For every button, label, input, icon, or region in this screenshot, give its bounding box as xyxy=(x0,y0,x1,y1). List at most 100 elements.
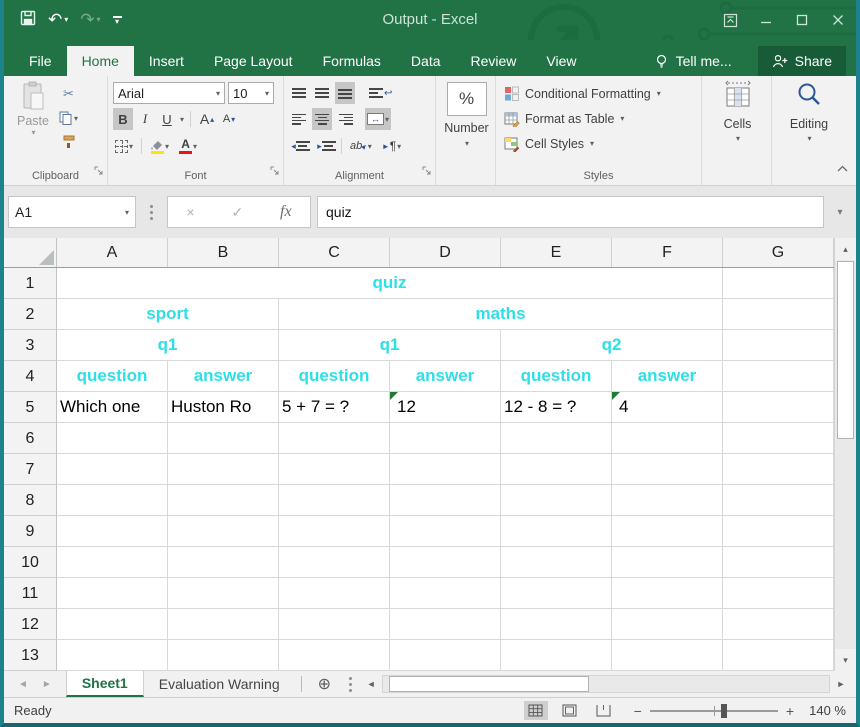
scroll-left-icon[interactable]: ◄ xyxy=(364,679,378,689)
cell-E10[interactable] xyxy=(501,547,612,578)
cell-F13[interactable] xyxy=(612,640,723,671)
cell-C7[interactable] xyxy=(279,454,390,485)
cell-E6[interactable] xyxy=(501,423,612,454)
bold-button[interactable]: B xyxy=(113,108,133,130)
cell-G11[interactable] xyxy=(723,578,834,609)
cell-C10[interactable] xyxy=(279,547,390,578)
cell-G6[interactable] xyxy=(723,423,834,454)
cell-E3[interactable]: q2 xyxy=(501,330,723,361)
cell-D13[interactable] xyxy=(390,640,501,671)
zoom-slider[interactable] xyxy=(650,710,778,712)
cell-G3[interactable] xyxy=(723,330,834,361)
vertical-scrollbar[interactable]: ▴ ▾ xyxy=(834,238,856,671)
cell-B5[interactable]: Huston Ro xyxy=(168,392,279,423)
paste-button[interactable]: Paste ▾ xyxy=(9,81,57,159)
previous-sheet-icon[interactable]: ◄ xyxy=(18,679,28,690)
cell-G7[interactable] xyxy=(723,454,834,485)
dropdown-caret[interactable]: ▾ xyxy=(31,128,35,137)
row-header-10[interactable]: 10 xyxy=(4,547,57,578)
column-header-A[interactable]: A xyxy=(57,238,168,267)
bottom-align-button[interactable] xyxy=(335,82,355,104)
cell-G4[interactable] xyxy=(723,361,834,392)
text-direction-button[interactable]: ►¶▾ xyxy=(380,135,403,157)
grow-font-button[interactable]: A▴ xyxy=(197,108,217,130)
copy-button[interactable]: ▾ xyxy=(57,107,80,129)
cell-D6[interactable] xyxy=(390,423,501,454)
editing-button[interactable] xyxy=(795,80,823,113)
alignment-dialog-launcher[interactable] xyxy=(422,163,432,181)
minimize-button[interactable] xyxy=(748,3,784,37)
font-dialog-launcher[interactable] xyxy=(270,163,280,181)
cell-F8[interactable] xyxy=(612,485,723,516)
maximize-button[interactable] xyxy=(784,3,820,37)
align-right-button[interactable] xyxy=(335,108,355,130)
borders-button[interactable]: ▾ xyxy=(113,135,135,157)
row-header-1[interactable]: 1 xyxy=(4,268,57,299)
dropdown-caret[interactable]: ▾ xyxy=(465,139,469,148)
column-header-C[interactable]: C xyxy=(279,238,390,267)
cell-F10[interactable] xyxy=(612,547,723,578)
cell-A12[interactable] xyxy=(57,609,168,640)
tab-insert[interactable]: Insert xyxy=(134,46,199,76)
cell-B9[interactable] xyxy=(168,516,279,547)
formula-input[interactable]: quiz xyxy=(317,196,824,228)
cell-F4[interactable]: answer xyxy=(612,361,723,392)
font-name-select[interactable]: Arial ▾ xyxy=(113,82,225,104)
fill-color-button[interactable]: ▾ xyxy=(148,135,171,157)
cell-B12[interactable] xyxy=(168,609,279,640)
cell-A2[interactable]: sport xyxy=(57,299,279,330)
cell-B4[interactable]: answer xyxy=(168,361,279,392)
expand-formula-bar-icon[interactable]: ▾ xyxy=(830,207,850,218)
cell-C13[interactable] xyxy=(279,640,390,671)
cell-A8[interactable] xyxy=(57,485,168,516)
page-layout-view-button[interactable] xyxy=(558,701,582,720)
cell-C8[interactable] xyxy=(279,485,390,516)
redo-button[interactable]: ↷▾ xyxy=(80,11,100,30)
wrap-text-button[interactable]: ↩ xyxy=(367,82,394,104)
row-header-5[interactable]: 5 xyxy=(4,392,57,423)
cell-D4[interactable]: answer xyxy=(390,361,501,392)
undo-button[interactable]: ↶▾ xyxy=(48,11,68,30)
row-header-4[interactable]: 4 xyxy=(4,361,57,392)
cell-E9[interactable] xyxy=(501,516,612,547)
conditional-formatting-button[interactable]: Conditional Formatting ▾ xyxy=(504,81,698,106)
cell-D8[interactable] xyxy=(390,485,501,516)
row-header-3[interactable]: 3 xyxy=(4,330,57,361)
column-header-E[interactable]: E xyxy=(501,238,612,267)
cell-B13[interactable] xyxy=(168,640,279,671)
normal-view-button[interactable] xyxy=(524,701,548,720)
cell-F9[interactable] xyxy=(612,516,723,547)
cell-E8[interactable] xyxy=(501,485,612,516)
sheet-tab-evaluation-warning[interactable]: Evaluation Warning xyxy=(144,671,295,697)
row-header-9[interactable]: 9 xyxy=(4,516,57,547)
row-header-8[interactable]: 8 xyxy=(4,485,57,516)
insert-function-icon[interactable]: fx xyxy=(280,203,292,221)
next-sheet-icon[interactable]: ► xyxy=(42,679,52,690)
dropdown-caret[interactable]: ▾ xyxy=(97,15,101,24)
cell-D10[interactable] xyxy=(390,547,501,578)
row-header-11[interactable]: 11 xyxy=(4,578,57,609)
cell-E12[interactable] xyxy=(501,609,612,640)
format-painter-button[interactable] xyxy=(57,131,80,153)
align-left-button[interactable] xyxy=(289,108,309,130)
cell-E11[interactable] xyxy=(501,578,612,609)
cell-A9[interactable] xyxy=(57,516,168,547)
underline-button[interactable]: U xyxy=(157,108,177,130)
tab-data[interactable]: Data xyxy=(396,46,456,76)
cell-C9[interactable] xyxy=(279,516,390,547)
name-box[interactable]: A1 ▾ xyxy=(8,196,136,228)
cell-C5[interactable]: 5 + 7 = ? xyxy=(279,392,390,423)
tab-review[interactable]: Review xyxy=(456,46,532,76)
cell-E13[interactable] xyxy=(501,640,612,671)
cell-F7[interactable] xyxy=(612,454,723,485)
merge-center-button[interactable]: ↔▾ xyxy=(365,108,391,130)
cell-A3[interactable]: q1 xyxy=(57,330,279,361)
cell-C12[interactable] xyxy=(279,609,390,640)
top-align-button[interactable] xyxy=(289,82,309,104)
cell-A7[interactable] xyxy=(57,454,168,485)
horizontal-scrollbar[interactable]: ◄ ► xyxy=(364,671,848,697)
cell-A5[interactable]: Which one xyxy=(57,392,168,423)
row-header-12[interactable]: 12 xyxy=(4,609,57,640)
shrink-font-button[interactable]: A▾ xyxy=(219,108,239,130)
horizontal-scroll-thumb[interactable] xyxy=(389,676,589,692)
